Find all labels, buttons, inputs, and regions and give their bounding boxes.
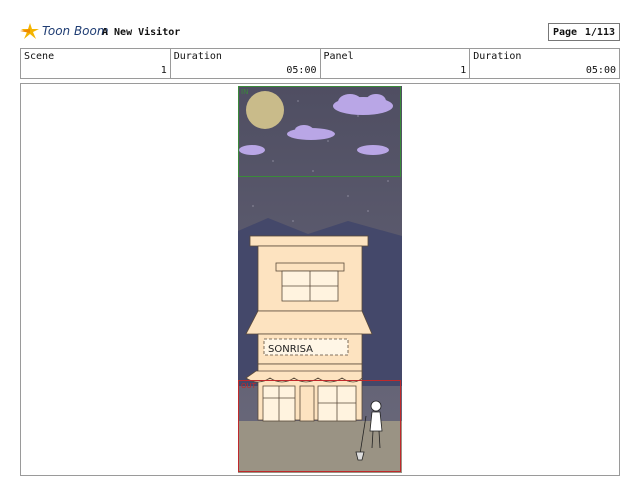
scene-label: Scene [24,51,55,62]
scene-duration-cell: Duration 05:00 [171,49,321,78]
camera-frame-in: IN [238,86,401,177]
panel-duration-cell: Duration 05:00 [470,49,619,78]
frame-out-label: OUT [241,382,256,390]
panel-cell: Panel 1 [321,49,471,78]
starburst-icon [20,23,39,39]
shop-sign-text: SONRISA [268,344,313,355]
page-label: Page [553,26,578,38]
panel-value: 1 [460,65,467,76]
panel-duration-label: Duration [473,51,522,62]
page-indicator: Page 1/113 [548,23,620,41]
scene-duration-label: Duration [173,51,222,62]
panel-label: Panel [323,51,354,62]
scene-value: 1 [160,65,167,76]
header: Toon Boom A New Visitor Page 1/113 [20,18,620,48]
logo-text: Toon Boom [42,24,109,38]
document-title: A New Visitor [102,27,181,38]
camera-frame-out: OUT [238,380,401,472]
scene-duration-value: 05:00 [286,65,317,76]
page-value: 1/113 [584,26,615,38]
frame-in-label: IN [241,88,249,96]
scene-cell: Scene 1 [21,49,171,78]
toon-boom-logo: Toon Boom [20,22,109,40]
panel-info-bar: Scene 1 Duration 05:00 Panel 1 Duration … [20,48,620,79]
panel-duration-value: 05:00 [585,65,616,76]
